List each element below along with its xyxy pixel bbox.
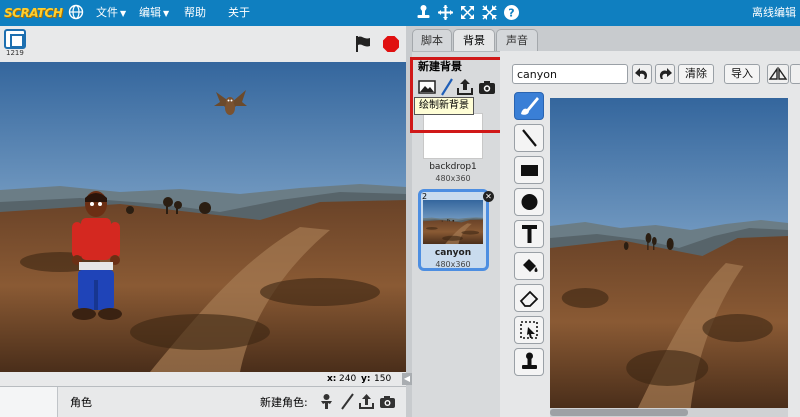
flip-vertical-button[interactable] (790, 64, 800, 84)
text-icon (522, 225, 537, 243)
cut-scissors-icon[interactable] (437, 4, 454, 21)
import-button[interactable]: 导入 (724, 64, 760, 84)
duplicate-stamp-icon[interactable] (415, 4, 432, 21)
tab-sounds[interactable]: 声音 (496, 29, 538, 51)
stage[interactable] (0, 62, 406, 372)
stage-thumbnail-area[interactable] (0, 387, 58, 417)
canvas-canyon-image (550, 98, 788, 408)
line-tool[interactable] (514, 124, 544, 152)
svg-text:?: ? (508, 7, 514, 20)
redo-icon (659, 68, 672, 79)
menu-help-label: 帮助 (184, 6, 206, 19)
brush-tool[interactable] (514, 92, 544, 120)
line-icon (522, 129, 537, 147)
menu-file[interactable]: 文件 ▼ (96, 0, 126, 26)
offline-editor-label: 离线编辑 (752, 6, 796, 19)
backdrop-from-library-icon[interactable] (418, 78, 436, 96)
y-coordinate-label: y: (361, 374, 371, 384)
backdrop1-thumbnail[interactable] (423, 113, 483, 159)
flip-horizontal-button[interactable] (767, 64, 789, 84)
backdrop-size: 480x360 (435, 174, 471, 183)
eraser-tool[interactable] (514, 284, 544, 312)
boy-sprite[interactable] (64, 188, 128, 332)
upload-sprite-icon[interactable] (358, 393, 375, 410)
green-flag-icon[interactable] (354, 35, 372, 53)
y-coordinate-value: 150 (374, 374, 392, 384)
select-tool[interactable] (514, 316, 544, 344)
sprite-from-library-icon[interactable] (318, 393, 335, 410)
stop-icon[interactable] (382, 35, 400, 53)
ellipse-icon (521, 194, 538, 210)
caret-down-icon: ▼ (163, 9, 170, 18)
undo-button[interactable] (632, 64, 652, 84)
help-question-icon[interactable]: ? (503, 4, 520, 21)
caret-down-icon: ▼ (120, 9, 127, 18)
upload-backdrop-icon[interactable] (456, 78, 474, 96)
presentation-mode-icon[interactable] (4, 29, 26, 49)
sprites-label: 角色 (70, 396, 92, 409)
rectangle-tool[interactable] (514, 156, 544, 184)
camera-sprite-icon[interactable] (379, 393, 396, 410)
menu-help[interactable]: 帮助 (184, 0, 206, 26)
paint-new-backdrop-icon[interactable] (438, 78, 456, 96)
stage-backdrop-canyon (0, 62, 406, 372)
tab-backdrops[interactable]: 背景 (453, 29, 495, 51)
select-icon (520, 321, 538, 339)
tab-scripts[interactable]: 脚本 (412, 29, 452, 51)
shrink-icon[interactable] (481, 4, 498, 21)
ellipse-tool[interactable] (514, 188, 544, 216)
menu-about[interactable]: 关于 (228, 0, 250, 26)
scratch-logo[interactable]: SCRATCH (4, 3, 63, 23)
version-label: 1219 (6, 49, 24, 57)
stamp-tool[interactable] (514, 348, 544, 376)
menu-edit[interactable]: 编辑 ▼ (139, 0, 169, 26)
costume-name-input[interactable] (512, 64, 628, 84)
menu-about-label: 关于 (228, 6, 250, 19)
stage-header: 1219 (0, 26, 406, 62)
paint-bucket-icon (523, 259, 538, 272)
paint-new-sprite-icon[interactable] (339, 393, 356, 410)
stamp-icon (522, 352, 537, 369)
x-coordinate-value: 240 (339, 374, 357, 384)
backdrop-name: backdrop1 (429, 162, 477, 172)
eraser-icon (519, 290, 539, 307)
menu-file-label: 文件 (96, 6, 118, 19)
backdrop-name: canyon (434, 248, 472, 258)
globe-icon[interactable] (68, 4, 84, 20)
fill-tool[interactable] (514, 252, 544, 280)
mouse-coordinates: x: 240 y: 150 (0, 372, 406, 386)
paint-canvas[interactable] (550, 98, 788, 408)
collapse-arrow-icon[interactable]: ◀ (402, 373, 412, 385)
clear-button[interactable]: 清除 (678, 64, 714, 84)
flip-horizontal-icon (768, 66, 788, 80)
menu-edit-label: 编辑 (139, 6, 161, 19)
sprites-pane-header: 角色 新建角色: (0, 386, 406, 417)
delete-backdrop-icon[interactable]: ✕ (483, 191, 494, 202)
backdrop-size: 480x360 (435, 260, 471, 269)
rectangle-icon (521, 165, 538, 176)
camera-backdrop-icon[interactable] (478, 78, 496, 96)
undo-icon (635, 68, 648, 79)
redo-button[interactable] (655, 64, 675, 84)
grow-icon[interactable] (459, 4, 476, 21)
canyon-thumbnail (423, 200, 483, 244)
new-sprite-label: 新建角色: (260, 396, 308, 409)
paint-new-backdrop-tooltip: 绘制新背景 (414, 97, 474, 115)
bat-sprite[interactable] (212, 88, 248, 122)
scrollbar-thumb[interactable] (550, 409, 688, 416)
x-coordinate-label: x: (327, 374, 337, 384)
menu-bar: SCRATCH 文件 ▼ 编辑 ▼ 帮助 关于 ? 离线编辑 (0, 0, 800, 26)
text-tool[interactable] (514, 220, 544, 248)
brush-icon (521, 97, 539, 115)
new-backdrop-title: 新建背景 (418, 60, 462, 73)
